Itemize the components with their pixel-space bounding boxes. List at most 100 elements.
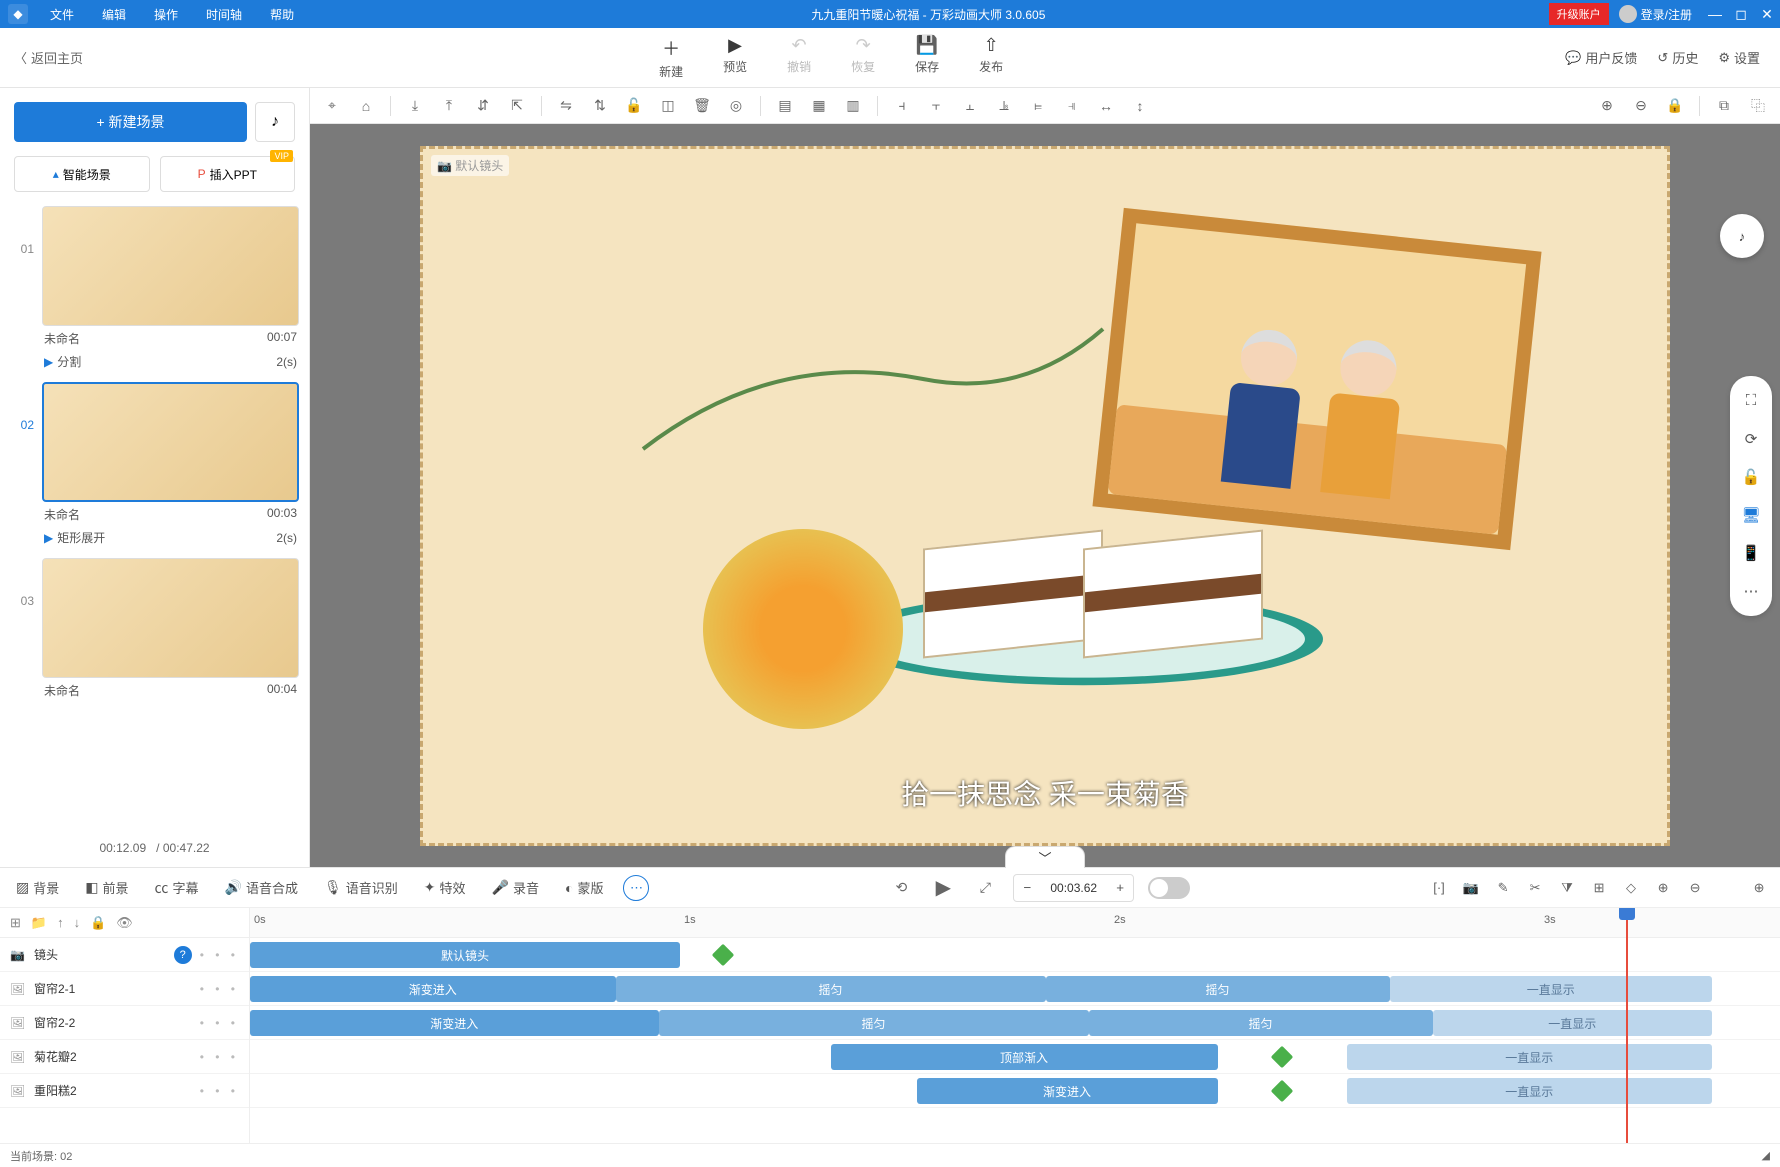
toolbar-预览[interactable]: ▶预览	[723, 35, 747, 80]
track-header[interactable]: 🖼窗帘2-2• • •	[0, 1006, 249, 1040]
scene-item[interactable]: 03未命名00:04	[10, 558, 299, 703]
copy-icon[interactable]: ⧉	[1710, 92, 1738, 120]
crop-icon[interactable]: ◫	[654, 92, 682, 120]
track-lane[interactable]: 渐变进入一直显示	[250, 1074, 1780, 1108]
back-home-button[interactable]: 〈 返回主页	[0, 48, 97, 67]
login-button[interactable]: 登录/注册	[1609, 5, 1702, 23]
more-view-icon[interactable]: ⋯	[1736, 576, 1766, 606]
folder-icon[interactable]: 📁	[31, 915, 47, 931]
keyframe-diamond[interactable]	[712, 944, 735, 967]
toolbar-保存[interactable]: 💾保存	[915, 35, 939, 80]
cake2-element[interactable]	[1083, 529, 1263, 658]
timeline-clip[interactable]: 摇匀	[616, 976, 1046, 1002]
align-bottom-icon[interactable]: ⤓	[401, 92, 429, 120]
fullscreen-icon[interactable]: ⛶	[1736, 386, 1766, 416]
menu-item[interactable]: 文件	[36, 6, 88, 23]
align-vcenter-icon[interactable]: ⇵	[469, 92, 497, 120]
menu-item[interactable]: 帮助	[256, 6, 308, 23]
tl-tab-特效[interactable]: ✦特效	[418, 874, 472, 902]
resize-handle-icon[interactable]: ◢	[1762, 1149, 1770, 1162]
desktop-view-icon[interactable]: 🖥	[1736, 500, 1766, 530]
track-header[interactable]: 🖼菊花瓣2• • •	[0, 1040, 249, 1074]
lock-canvas-icon[interactable]: 🔓	[1736, 462, 1766, 492]
grid-icon[interactable]: ⊞	[1588, 880, 1610, 896]
timeline-clip[interactable]: 渐变进入	[917, 1078, 1218, 1104]
keyframe-icon[interactable]: ◇	[1620, 880, 1642, 896]
down-icon[interactable]: ↓	[74, 915, 81, 930]
canvas[interactable]: 📷 默认镜头 拾一抹思念 采一束菊香	[420, 146, 1670, 846]
track-header[interactable]: 🖼窗帘2-1• • •	[0, 972, 249, 1006]
timeline-clip[interactable]: 摇匀	[1089, 1010, 1433, 1036]
time-minus-button[interactable]: −	[1014, 880, 1040, 895]
expand-play-button[interactable]: ⤢	[971, 874, 999, 902]
close-button[interactable]: ✕	[1754, 6, 1780, 23]
timeline-clip[interactable]: 顶部渐入	[831, 1044, 1218, 1070]
track-header[interactable]: 📷镜头?• • •	[0, 938, 249, 972]
add-layer-icon[interactable]: ⊞	[10, 915, 21, 931]
marker-icon[interactable]: [·]	[1428, 880, 1450, 896]
flip-v-icon[interactable]: ⇅	[586, 92, 614, 120]
rightlink-用户反馈[interactable]: 💬用户反馈	[1565, 48, 1637, 67]
dist-right-icon[interactable]: ⫠	[956, 92, 984, 120]
playhead[interactable]: V	[1626, 908, 1628, 1143]
toolbar-发布[interactable]: ⇧发布	[979, 35, 1003, 80]
tl-tab-语音识别[interactable]: 🎙语音识别	[318, 874, 404, 902]
add-track-button[interactable]: ⊕	[1748, 880, 1770, 896]
scene-thumb[interactable]	[42, 382, 299, 502]
flip-h-icon[interactable]: ⇋	[552, 92, 580, 120]
time-plus-button[interactable]: +	[1107, 880, 1133, 895]
align-left-icon[interactable]: ▤	[771, 92, 799, 120]
photo-frame-element[interactable]	[1092, 207, 1541, 549]
fit-icon[interactable]: ⟳	[1736, 424, 1766, 454]
home-tool[interactable]: ⌂	[352, 92, 380, 120]
zoom-tl-out-icon[interactable]: ⊖	[1684, 880, 1706, 896]
rewind-button[interactable]: ⟲	[887, 874, 915, 902]
track-lane[interactable]: 默认镜头	[250, 938, 1780, 972]
rightlink-历史[interactable]: ↺历史	[1657, 48, 1698, 67]
timeline-clip[interactable]: 一直显示	[1433, 1010, 1713, 1036]
menu-item[interactable]: 编辑	[88, 6, 140, 23]
tl-tab-前景[interactable]: ◧前景	[79, 874, 134, 902]
canvas-subtitle[interactable]: 拾一抹思念 采一束菊香	[901, 773, 1189, 813]
flower-element[interactable]	[683, 489, 943, 749]
scene-music-button[interactable]: ♪	[255, 102, 295, 142]
music-float-button[interactable]: ♪	[1720, 214, 1764, 258]
lock-zoom-icon[interactable]: 🔒	[1661, 92, 1689, 120]
bring-front-icon[interactable]: ⇱	[503, 92, 531, 120]
scene-item[interactable]: 02未命名00:03▶矩形展开2(s)	[10, 382, 299, 552]
zoom-tl-in-icon[interactable]: ⊕	[1652, 880, 1674, 896]
play-button[interactable]: ▶	[929, 874, 957, 902]
track-lane[interactable]: 顶部渐入 一直显示	[250, 1040, 1780, 1074]
cursor-tool[interactable]: ⌖	[318, 92, 346, 120]
tl-tab-语音合成[interactable]: 🔊语音合成	[219, 874, 304, 902]
track-lane[interactable]: 渐变进入摇匀摇匀一直显示	[250, 1006, 1780, 1040]
timeline-clip[interactable]: 渐变进入	[250, 976, 616, 1002]
zoom-in-icon[interactable]: ⊕	[1593, 92, 1621, 120]
scene-item[interactable]: 01未命名00:07▶分割2(s)	[10, 206, 299, 376]
menu-item[interactable]: 操作	[140, 6, 192, 23]
lock-icon[interactable]: 🔓	[620, 92, 648, 120]
delete-icon[interactable]: 🗑	[688, 92, 716, 120]
snap-toggle[interactable]	[1148, 877, 1190, 899]
timeline-clip[interactable]: 一直显示	[1347, 1044, 1713, 1070]
edit-icon[interactable]: ✎	[1492, 880, 1514, 896]
maximize-button[interactable]: ◻	[1728, 6, 1754, 23]
up-icon[interactable]: ↑	[57, 915, 64, 930]
dist-v-icon[interactable]: ↕	[1126, 92, 1154, 120]
dist-top-icon[interactable]: ⫡	[990, 92, 1018, 120]
keyframe-diamond[interactable]	[1271, 1080, 1294, 1103]
dist-bottom-icon[interactable]: ⫣	[1058, 92, 1086, 120]
mobile-view-icon[interactable]: 📱	[1736, 538, 1766, 568]
tl-tab-录音[interactable]: 🎤录音	[486, 874, 545, 902]
tl-tab-背景[interactable]: ▨背景	[10, 874, 65, 902]
scene-thumb[interactable]	[42, 558, 299, 678]
collapse-timeline-button[interactable]: ﹀	[1005, 846, 1085, 868]
menu-item[interactable]: 时间轴	[192, 6, 256, 23]
timeline-clip[interactable]: 默认镜头	[250, 942, 680, 968]
track-lane[interactable]: 渐变进入摇匀摇匀一直显示	[250, 972, 1780, 1006]
camera-snap-icon[interactable]: 📷	[1460, 880, 1482, 896]
zoom-out-icon[interactable]: ⊖	[1627, 92, 1655, 120]
scene-thumb[interactable]	[42, 206, 299, 326]
dist-left-icon[interactable]: ⫞	[888, 92, 916, 120]
target-icon[interactable]: ◎	[722, 92, 750, 120]
